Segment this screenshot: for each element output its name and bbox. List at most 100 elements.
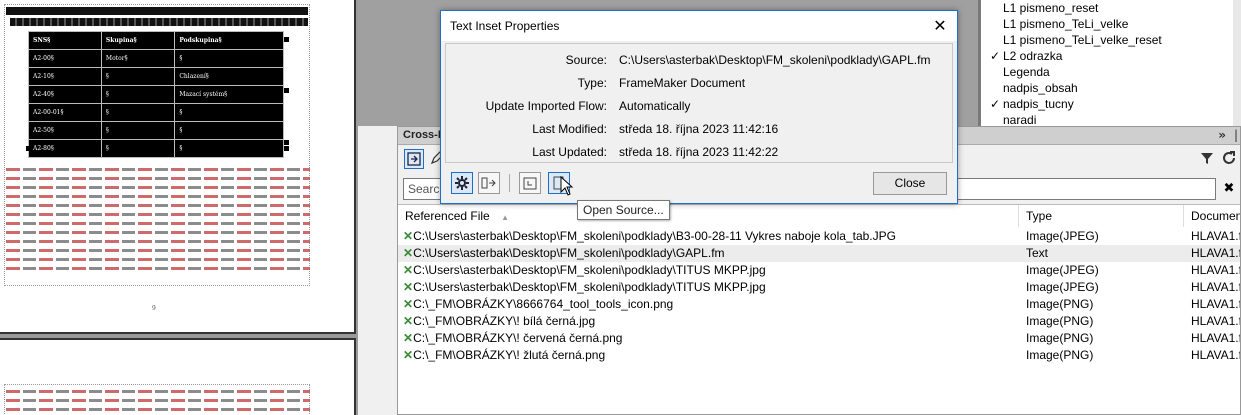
file-path: C:\Users\asterbak\Desktop\FM_skoleni\pod… <box>413 280 766 294</box>
document-name: HLAVA1.fm <box>1191 297 1240 311</box>
selection-handle[interactable] <box>26 146 31 151</box>
body-text-block <box>6 390 310 415</box>
body-text-block <box>6 168 310 276</box>
clear-search-icon[interactable]: ✖ <box>1220 180 1238 198</box>
paragraph-format-item[interactable]: ✓ nadpis_tucny <box>981 96 1241 112</box>
paragraph-format-item[interactable]: Legenda <box>981 64 1241 80</box>
property-value: FrameMaker Document <box>619 76 746 90</box>
table-row[interactable]: ✕C:\Users\asterbak\Desktop\FM_skoleni\po… <box>398 245 1240 262</box>
paragraph-format-item[interactable]: L1 pismeno_TeLi_velke_reset <box>981 32 1241 48</box>
checkmark-icon: ✓ <box>990 49 1001 63</box>
paragraph-format-label: naradi <box>1003 113 1037 127</box>
heading-text-block <box>6 7 308 15</box>
table-row[interactable]: ✕C:\_FM\OBRÁZKY\8666764_tool_tools_icon.… <box>398 296 1240 313</box>
selection-handle[interactable] <box>284 140 289 145</box>
status-mark-icon: ✕ <box>403 348 414 362</box>
status-mark-icon: ✕ <box>403 229 414 243</box>
selection-handle[interactable] <box>284 88 289 93</box>
file-path: C:\Users\asterbak\Desktop\FM_skoleni\pod… <box>413 263 766 277</box>
filter-icon[interactable] <box>1198 149 1218 169</box>
document-table-cell: § <box>174 49 284 68</box>
paragraph-format-item[interactable]: nadpis_obsah <box>981 80 1241 96</box>
file-path: C:\_FM\OBRÁZKY\! bílá černá.jpg <box>413 314 596 328</box>
heading-text-block-2 <box>10 18 308 26</box>
file-path: C:\_FM\OBRÁZKY\8666764_tool_tools_icon.p… <box>413 297 674 311</box>
document-name: HLAVA1.fm <box>1191 246 1240 260</box>
import-icon[interactable] <box>404 149 424 169</box>
paragraph-format-label: L1 pismeno_TeLi_velke_reset <box>1003 33 1162 47</box>
table-row[interactable]: ✕C:\_FM\OBRÁZKY\! žlutá černá.png Image(P… <box>398 347 1240 364</box>
document-page-2[interactable] <box>0 338 356 415</box>
table-row[interactable]: ✕C:\Users\asterbak\Desktop\FM_skoleni\po… <box>398 262 1240 279</box>
document-table-cell: § <box>100 67 176 86</box>
pod-menu-icon[interactable]: » <box>1218 128 1226 142</box>
file-path: C:\_FM\OBRÁZKY\! žlutá černá.png <box>413 348 606 362</box>
table-row[interactable]: ✕C:\Users\asterbak\Desktop\FM_skoleni\po… <box>398 228 1240 245</box>
column-header-referenced-file[interactable]: Referenced File ▲ <box>398 205 1019 227</box>
table-row[interactable]: ✕C:\_FM\OBRÁZKY\! červená černá.png Image… <box>398 330 1240 347</box>
close-button[interactable]: Close <box>873 172 947 195</box>
close-icon[interactable]: ✕ <box>923 11 957 41</box>
document-table-header: SNS§ <box>28 31 102 50</box>
status-mark-icon: ✕ <box>403 246 414 260</box>
selection-handle[interactable] <box>155 146 160 151</box>
document-table-row: A2-10§ § Chlazení§ <box>28 67 284 86</box>
dialog-titlebar[interactable]: Text Inset Properties ✕ <box>441 11 957 41</box>
document-table-row: A2-00-01§ § § <box>28 103 284 122</box>
document-table-header-row: SNS§ Skupina§ Podskupina§ <box>28 31 284 50</box>
document-table-row: A2-40§ § Mazací systém§ <box>28 85 284 104</box>
column-header-type[interactable]: Type <box>1019 205 1184 227</box>
paragraph-catalog-list: L1 pismeno_reset L1 pismeno_TeLi_velke L1 … <box>981 0 1241 128</box>
paragraph-format-label: L1 pismeno_TeLi_velke <box>1003 17 1129 31</box>
document-table-cell: A2-00-01§ <box>28 103 102 122</box>
document-table-cell: A2-80§ <box>28 139 102 158</box>
document-table-cell: A2-50§ <box>28 121 102 140</box>
document-canvas[interactable]: SNS§ Skupina§ Podskupina§ A2-00§ Motor§ § A… <box>0 0 358 415</box>
document-table-cell: § <box>100 103 176 122</box>
paragraph-format-item[interactable]: L1 pismeno_reset <box>981 0 1241 16</box>
property-label: Source: <box>565 53 607 67</box>
properties-panel: Source: C:\Users\asterbak\Desktop\FM_skol… <box>445 43 953 163</box>
status-mark-icon: ✕ <box>403 331 414 345</box>
property-value: středa 18. října 2023 11:42:22 <box>619 145 779 159</box>
reimport-icon[interactable] <box>519 172 541 194</box>
scrollbar[interactable] <box>1233 0 1241 126</box>
file-type: Image(PNG) <box>1026 348 1094 362</box>
property-label: Last Modified: <box>532 122 607 136</box>
table-row[interactable]: ✕C:\Users\asterbak\Desktop\FM_skoleni\po… <box>398 279 1240 296</box>
document-table-cell: § <box>100 139 176 158</box>
toolbar-separator <box>509 174 510 192</box>
update-inset-icon[interactable] <box>478 172 500 194</box>
document-table-row: A2-00§ Motor§ § <box>28 49 284 68</box>
settings-gear-icon[interactable] <box>451 172 473 194</box>
document-name: HLAVA1.fm <box>1191 263 1240 277</box>
document-page[interactable]: SNS§ Skupina§ Podskupina§ A2-00§ Motor§ § A… <box>0 0 356 334</box>
file-path: C:\Users\asterbak\Desktop\FM_skoleni\pod… <box>413 246 725 260</box>
dialog-footer: Close <box>441 166 957 203</box>
selection-handle[interactable] <box>284 146 289 151</box>
document-table-cell: A2-40§ <box>28 85 102 104</box>
table-row[interactable]: ✕C:\_FM\OBRÁZKY\! bílá černá.jpg Image(PN… <box>398 313 1240 330</box>
document-table-cell: Chlazení§ <box>174 67 284 86</box>
file-type: Image(PNG) <box>1026 314 1094 328</box>
paragraph-format-label: L1 pismeno_reset <box>1003 1 1099 15</box>
paragraph-format-item[interactable]: L1 pismeno_TeLi_velke <box>981 16 1241 32</box>
paragraph-format-label: nadpis_obsah <box>1003 81 1078 95</box>
refresh-icon[interactable] <box>1220 149 1240 169</box>
document-table-cell: § <box>174 103 284 122</box>
tooltip: Open Source... <box>577 200 670 220</box>
file-type: Image(PNG) <box>1026 331 1094 345</box>
pod-close-icon[interactable]: | <box>1234 128 1238 142</box>
selection-handle[interactable] <box>284 37 289 42</box>
property-value: středa 18. října 2023 11:42:16 <box>619 122 779 136</box>
property-value: Automatically <box>619 99 691 113</box>
document-table[interactable]: SNS§ Skupina§ Podskupina§ A2-00§ Motor§ § A… <box>28 31 284 158</box>
property-label: Type: <box>577 76 607 90</box>
text-inset-properties-dialog: Text Inset Properties ✕ Source: C:\Users\… <box>440 10 958 204</box>
document-table-cell: § <box>100 85 176 104</box>
property-value: C:\Users\asterbak\Desktop\FM_skoleni\pod… <box>619 53 931 67</box>
paragraph-format-item[interactable]: ✓ L2 odrazka <box>981 48 1241 64</box>
column-header-document[interactable]: Document <box>1184 205 1240 227</box>
paragraph-format-label: L2 odrazka <box>1003 49 1063 63</box>
document-table-cell: Motor§ <box>100 49 176 68</box>
